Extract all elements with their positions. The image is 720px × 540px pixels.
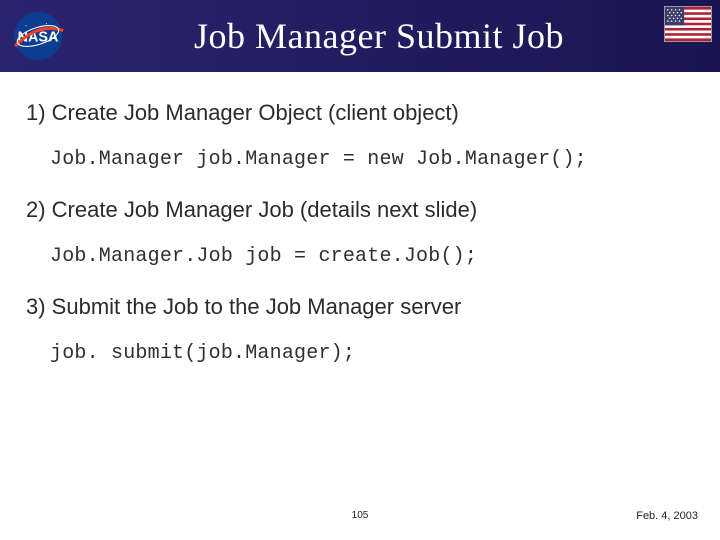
us-flag-icon xyxy=(664,6,712,42)
slide-title: Job Manager Submit Job xyxy=(68,15,720,57)
nasa-logo-icon: NASA xyxy=(8,10,68,62)
step-3-code: job. submit(job.Manager); xyxy=(50,342,694,365)
step-3-text: 3) Submit the Job to the Job Manager ser… xyxy=(26,294,694,320)
slide-body: 1) Create Job Manager Object (client obj… xyxy=(0,72,720,365)
step-1-text: 1) Create Job Manager Object (client obj… xyxy=(26,100,694,126)
step-1-code: Job.Manager job.Manager = new Job.Manage… xyxy=(50,148,694,171)
footer-date: Feb. 4, 2003 xyxy=(636,510,698,522)
step-2-code: Job.Manager.Job job = create.Job(); xyxy=(50,245,694,268)
step-2-text: 2) Create Job Manager Job (details next … xyxy=(26,197,694,223)
slide-header: NASA Job Manager Submit Job xyxy=(0,0,720,72)
slide-footer: 105 Feb. 4, 2003 xyxy=(0,510,720,530)
page-number: 105 xyxy=(352,510,369,521)
